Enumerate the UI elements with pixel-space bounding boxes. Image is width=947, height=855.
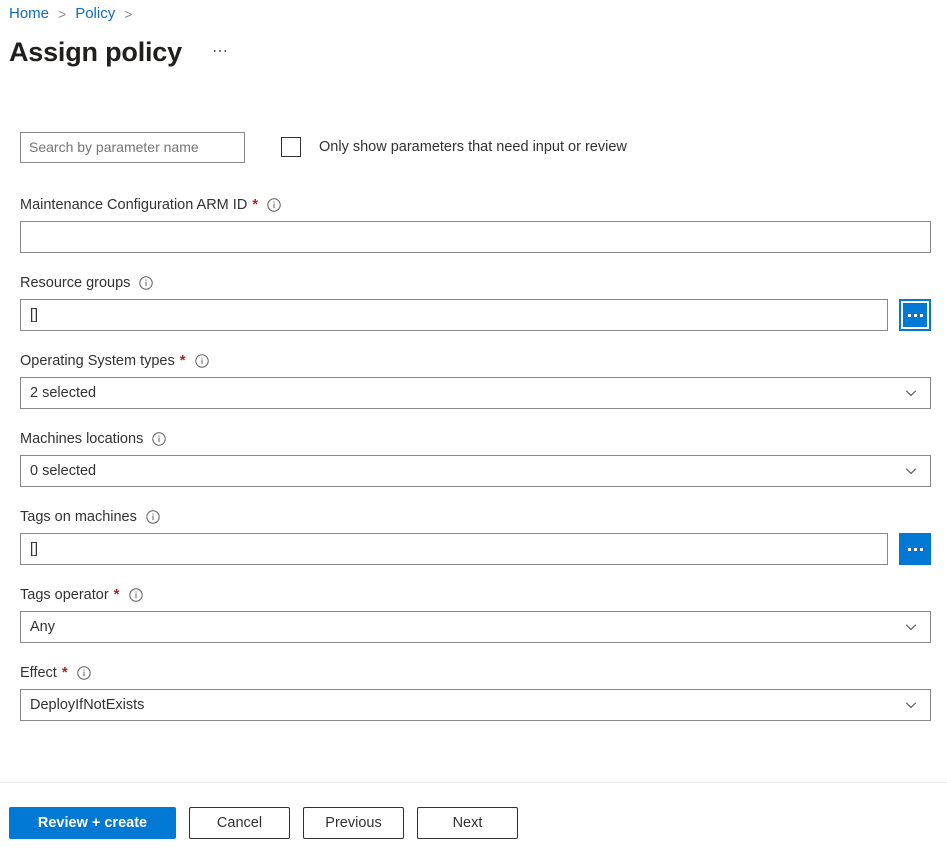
field-tags-on-machines: Tags on machines [20, 507, 931, 565]
breadcrumb-item-policy[interactable]: Policy [75, 3, 115, 25]
breadcrumb-item-home[interactable]: Home [9, 3, 49, 25]
info-icon[interactable] [146, 510, 160, 524]
search-input[interactable] [20, 131, 245, 163]
chevron-down-icon [905, 387, 917, 399]
field-label: Maintenance Configuration ARM ID * [20, 195, 931, 215]
footer-divider [0, 782, 947, 783]
effect-select[interactable]: DeployIfNotExists [20, 689, 931, 721]
field-label: Tags operator * [20, 585, 931, 605]
field-label-text: Tags on machines [20, 509, 137, 525]
field-control [20, 221, 931, 253]
field-control [20, 299, 931, 331]
required-asterisk: * [113, 586, 120, 603]
field-effect: Effect * DeployIfNotExists [20, 663, 931, 721]
field-operating-system-types: Operating System types * 2 selected [20, 351, 931, 409]
only-show-needed-params-checkbox[interactable]: Only show parameters that need input or … [281, 137, 627, 157]
page-title: Assign policy [9, 37, 182, 67]
next-button[interactable]: Next [417, 807, 518, 839]
field-control [20, 533, 931, 565]
tags-operator-select[interactable]: Any [20, 611, 931, 643]
field-tags-operator: Tags operator * Any [20, 585, 931, 643]
field-label-text: Machines locations [20, 431, 144, 447]
info-icon[interactable] [128, 588, 143, 602]
page-header: Assign policy ⋯ [9, 32, 235, 72]
info-icon[interactable] [76, 666, 91, 680]
tags-on-machines-input[interactable] [20, 533, 888, 565]
field-label-text: Tags operator [20, 587, 109, 603]
operating-system-types-select[interactable]: 2 selected [20, 377, 931, 409]
resource-groups-input[interactable] [20, 299, 888, 331]
info-icon[interactable] [152, 432, 167, 446]
info-icon[interactable] [267, 198, 281, 212]
cancel-button[interactable]: Cancel [189, 807, 290, 839]
field-label: Resource groups [20, 273, 931, 293]
field-maintenance-configuration-arm-id: Maintenance Configuration ARM ID * [20, 195, 931, 253]
chevron-down-icon [905, 621, 917, 633]
field-label-text: Operating System types [20, 353, 175, 369]
breadcrumb-separator-icon: > [124, 6, 133, 22]
parameters-form: Maintenance Configuration ARM ID * Resou… [20, 195, 931, 741]
field-control: 2 selected [20, 377, 931, 409]
info-icon[interactable] [139, 276, 154, 290]
required-asterisk: * [252, 196, 259, 213]
select-value: DeployIfNotExists [30, 697, 145, 713]
field-label: Machines locations [20, 429, 931, 449]
breadcrumb: Home > Policy > [9, 3, 141, 25]
field-label-text: Maintenance Configuration ARM ID [20, 197, 248, 213]
tags-on-machines-picker-button[interactable] [899, 533, 931, 565]
parameter-filter-bar: Only show parameters that need input or … [20, 131, 627, 163]
chevron-down-icon [905, 699, 917, 711]
field-control: Any [20, 611, 931, 643]
field-label-text: Resource groups [20, 275, 131, 291]
select-value: 0 selected [30, 463, 97, 479]
select-value: Any [30, 619, 55, 635]
field-label: Effect * [20, 663, 931, 683]
info-icon[interactable] [194, 354, 209, 368]
required-asterisk: * [61, 664, 68, 681]
field-label: Operating System types * [20, 351, 931, 371]
field-control: 0 selected [20, 455, 931, 487]
checkbox-box-icon[interactable] [281, 137, 301, 157]
field-resource-groups: Resource groups [20, 273, 931, 331]
previous-button[interactable]: Previous [303, 807, 404, 839]
ellipsis-icon [907, 313, 923, 317]
maintenance-configuration-arm-id-input[interactable] [20, 221, 931, 253]
review-create-button[interactable]: Review + create [9, 807, 176, 839]
select-value: 2 selected [30, 385, 97, 401]
field-machines-locations: Machines locations 0 selected [20, 429, 931, 487]
field-label-text: Effect [20, 665, 57, 681]
field-control: DeployIfNotExists [20, 689, 931, 721]
required-asterisk: * [179, 352, 186, 369]
chevron-down-icon [905, 465, 917, 477]
ellipsis-icon [907, 547, 923, 551]
only-show-needed-params-label: Only show parameters that need input or … [319, 139, 627, 155]
ellipsis-icon[interactable]: ⋯ [206, 42, 236, 62]
breadcrumb-separator-icon: > [58, 6, 67, 22]
resource-groups-picker-button[interactable] [899, 299, 931, 331]
machines-locations-select[interactable]: 0 selected [20, 455, 931, 487]
field-label: Tags on machines [20, 507, 931, 527]
footer-action-bar: Review + create Cancel Previous Next [9, 807, 531, 839]
